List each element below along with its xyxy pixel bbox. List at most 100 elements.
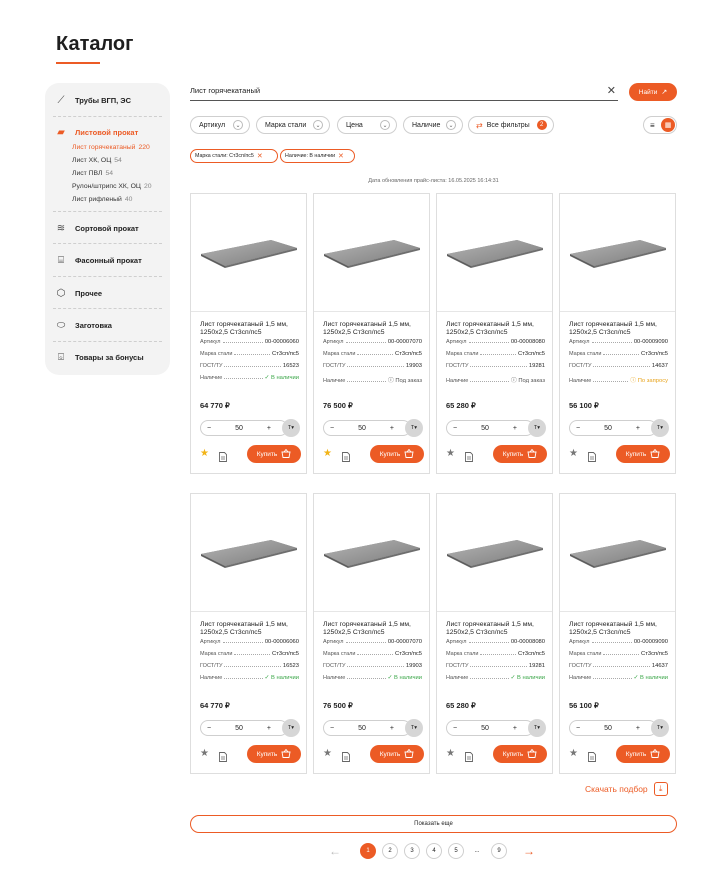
quantity-value[interactable]: 50 — [358, 425, 366, 432]
sidebar-item-1[interactable]: ⟋ Трубы ВГП, ЭС — [45, 91, 170, 109]
product-name[interactable]: Лист горячекатаный 1,5 мм, 1250х2,5 Ст3с… — [323, 321, 427, 338]
sidebar-item-7[interactable]: ⌺ Товары за бонусы — [45, 348, 170, 366]
document-icon[interactable] — [342, 449, 350, 462]
product-image[interactable] — [191, 194, 306, 312]
document-icon[interactable] — [465, 449, 473, 462]
quantity-value[interactable]: 50 — [481, 425, 489, 432]
plus-button[interactable]: + — [636, 425, 640, 432]
plus-button[interactable]: + — [636, 725, 640, 732]
remove-tag-icon[interactable]: ✕ — [257, 152, 263, 160]
minus-button[interactable]: − — [576, 425, 580, 432]
buy-button[interactable]: Купить — [616, 745, 670, 763]
product-image[interactable] — [191, 494, 306, 612]
unit-select[interactable]: Т ▾ — [528, 419, 546, 437]
unit-select[interactable]: Т ▾ — [405, 419, 423, 437]
filter-dropdown[interactable]: Артикул ⌄ — [190, 116, 250, 134]
minus-button[interactable]: − — [453, 425, 457, 432]
page-button[interactable]: 2 — [382, 843, 398, 859]
document-icon[interactable] — [219, 749, 227, 762]
list-view-icon[interactable]: ≡ — [650, 121, 655, 130]
sidebar-subitem[interactable]: Лист ХК, ОЦ 54 — [72, 157, 122, 164]
unit-select[interactable]: Т ▾ — [282, 719, 300, 737]
favorite-star-icon[interactable]: ★ — [446, 448, 455, 459]
product-image[interactable] — [560, 194, 675, 312]
document-icon[interactable] — [588, 749, 596, 762]
product-image[interactable] — [560, 494, 675, 612]
quantity-value[interactable]: 50 — [481, 725, 489, 732]
document-icon[interactable] — [219, 449, 227, 462]
product-name[interactable]: Лист горячекатаный 1,5 мм, 1250х2,5 Ст3с… — [446, 621, 550, 638]
product-image[interactable] — [314, 194, 429, 312]
favorite-star-icon[interactable]: ★ — [569, 748, 578, 759]
plus-button[interactable]: + — [267, 425, 271, 432]
quantity-value[interactable]: 50 — [358, 725, 366, 732]
filter-dropdown[interactable]: Марка стали ⌄ — [256, 116, 330, 134]
plus-button[interactable]: + — [390, 425, 394, 432]
product-name[interactable]: Лист горячекатаный 1,5 мм, 1250х2,5 Ст3с… — [323, 621, 427, 638]
page-button[interactable]: 4 — [426, 843, 442, 859]
product-name[interactable]: Лист горячекатаный 1,5 мм, 1250х2,5 Ст3с… — [200, 321, 304, 338]
product-name[interactable]: Лист горячекатаный 1,5 мм, 1250х2,5 Ст3с… — [200, 621, 304, 638]
all-filters-button[interactable]: ⇄ Все фильтры 2 — [468, 116, 554, 134]
favorite-star-icon[interactable]: ★ — [323, 448, 332, 459]
sidebar-subitem[interactable]: Лист рифленый 40 — [72, 196, 132, 203]
minus-button[interactable]: − — [576, 725, 580, 732]
product-name[interactable]: Лист горячекатаный 1,5 мм, 1250х2,5 Ст3с… — [446, 321, 550, 338]
find-button[interactable]: Найти ↗ — [629, 83, 677, 101]
minus-button[interactable]: − — [207, 425, 211, 432]
unit-select[interactable]: Т ▾ — [405, 719, 423, 737]
quantity-value[interactable]: 50 — [235, 425, 243, 432]
favorite-star-icon[interactable]: ★ — [200, 448, 209, 459]
unit-select[interactable]: Т ▾ — [282, 419, 300, 437]
sidebar-item-2[interactable]: ▰ Листовой прокат — [45, 123, 170, 141]
show-more-button[interactable]: Показать еще — [190, 815, 677, 833]
sidebar-subitem[interactable]: Лист ПВЛ 54 — [72, 170, 113, 177]
quantity-value[interactable]: 50 — [235, 725, 243, 732]
plus-button[interactable]: + — [513, 725, 517, 732]
minus-button[interactable]: − — [207, 725, 211, 732]
page-button[interactable]: 1 — [360, 843, 376, 859]
favorite-star-icon[interactable]: ★ — [446, 748, 455, 759]
buy-button[interactable]: Купить — [370, 745, 424, 763]
buy-button[interactable]: Купить — [493, 445, 547, 463]
buy-button[interactable]: Купить — [370, 445, 424, 463]
remove-tag-icon[interactable]: ✕ — [338, 152, 344, 160]
buy-button[interactable]: Купить — [616, 445, 670, 463]
document-icon[interactable] — [342, 749, 350, 762]
minus-button[interactable]: − — [453, 725, 457, 732]
page-button[interactable]: 9 — [491, 843, 507, 859]
page-button[interactable]: 3 — [404, 843, 420, 859]
minus-button[interactable]: − — [330, 725, 334, 732]
sidebar-subitem[interactable]: Лист горячекатаный 220 — [72, 144, 150, 151]
document-icon[interactable] — [588, 449, 596, 462]
buy-button[interactable]: Купить — [247, 445, 301, 463]
unit-select[interactable]: Т ▾ — [651, 419, 669, 437]
sidebar-item-6[interactable]: ⬭ Заготовка — [45, 316, 170, 334]
product-name[interactable]: Лист горячекатаный 1,5 мм, 1250х2,5 Ст3с… — [569, 621, 673, 638]
minus-button[interactable]: − — [330, 425, 334, 432]
next-page-arrow-icon[interactable]: → — [523, 844, 535, 858]
favorite-star-icon[interactable]: ★ — [323, 748, 332, 759]
buy-button[interactable]: Купить — [493, 745, 547, 763]
filter-dropdown[interactable]: Наличие ⌄ — [403, 116, 463, 134]
prev-page-arrow-icon[interactable]: ← — [329, 844, 341, 858]
unit-select[interactable]: Т ▾ — [528, 719, 546, 737]
plus-button[interactable]: + — [390, 725, 394, 732]
quantity-value[interactable]: 50 — [604, 425, 612, 432]
grid-view-icon[interactable]: ▦ — [661, 118, 675, 132]
sidebar-item-3[interactable]: ≋ Сортовой прокат — [45, 219, 170, 237]
sidebar-subitem[interactable]: Рулон/штрипс ХК, ОЦ 20 — [72, 183, 152, 190]
filter-dropdown[interactable]: Цена ⌄ — [337, 116, 397, 134]
product-image[interactable] — [437, 494, 552, 612]
favorite-star-icon[interactable]: ★ — [200, 748, 209, 759]
page-button[interactable]: 5 — [448, 843, 464, 859]
quantity-value[interactable]: 50 — [604, 725, 612, 732]
search-input[interactable] — [190, 86, 590, 95]
product-image[interactable] — [437, 194, 552, 312]
clear-search-icon[interactable]: ✕ — [607, 84, 616, 97]
plus-button[interactable]: + — [513, 425, 517, 432]
sidebar-item-4[interactable]: ⌸ Фасонный прокат — [45, 251, 170, 269]
sidebar-item-5[interactable]: ⬡ Прочее — [45, 284, 170, 302]
product-image[interactable] — [314, 494, 429, 612]
download-selection-link[interactable]: Скачать подбор ⤓ — [585, 782, 668, 796]
